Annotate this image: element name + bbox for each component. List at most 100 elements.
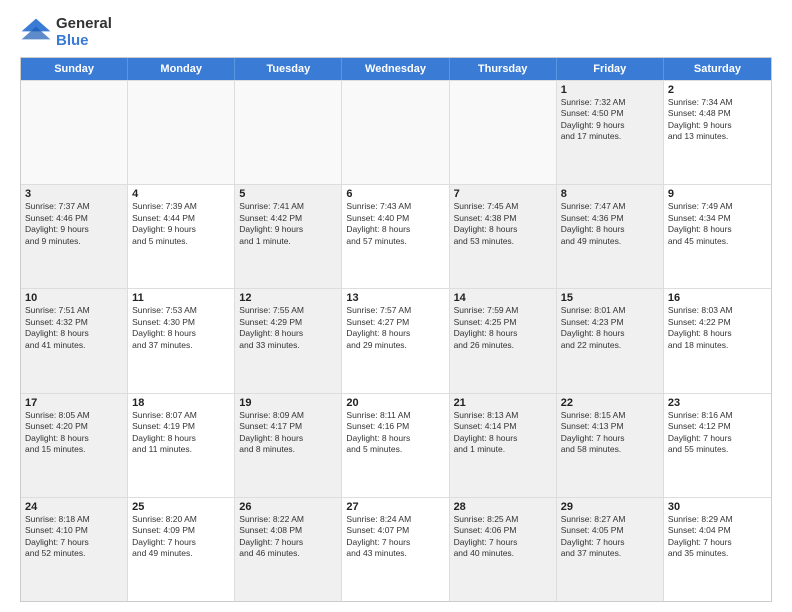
day-number: 24 bbox=[25, 501, 123, 513]
day-number: 4 bbox=[132, 188, 230, 200]
calendar-cell bbox=[342, 81, 449, 184]
calendar-cell: 19Sunrise: 8:09 AM Sunset: 4:17 PM Dayli… bbox=[235, 394, 342, 497]
calendar-cell bbox=[235, 81, 342, 184]
day-number: 22 bbox=[561, 397, 659, 409]
logo-blue: Blue bbox=[56, 33, 112, 50]
calendar-cell bbox=[128, 81, 235, 184]
cell-details: Sunrise: 7:39 AM Sunset: 4:44 PM Dayligh… bbox=[132, 201, 230, 247]
logo-general: General bbox=[56, 16, 112, 33]
header-day-monday: Monday bbox=[128, 58, 235, 80]
cell-details: Sunrise: 7:55 AM Sunset: 4:29 PM Dayligh… bbox=[239, 305, 337, 351]
calendar-cell: 13Sunrise: 7:57 AM Sunset: 4:27 PM Dayli… bbox=[342, 289, 449, 392]
calendar-row-1: 3Sunrise: 7:37 AM Sunset: 4:46 PM Daylig… bbox=[21, 184, 771, 288]
cell-details: Sunrise: 8:16 AM Sunset: 4:12 PM Dayligh… bbox=[668, 410, 767, 456]
day-number: 15 bbox=[561, 292, 659, 304]
cell-details: Sunrise: 8:24 AM Sunset: 4:07 PM Dayligh… bbox=[346, 514, 444, 560]
calendar-cell: 29Sunrise: 8:27 AM Sunset: 4:05 PM Dayli… bbox=[557, 498, 664, 601]
header-day-sunday: Sunday bbox=[21, 58, 128, 80]
cell-details: Sunrise: 7:53 AM Sunset: 4:30 PM Dayligh… bbox=[132, 305, 230, 351]
day-number: 12 bbox=[239, 292, 337, 304]
logo: General Blue bbox=[20, 16, 112, 49]
day-number: 7 bbox=[454, 188, 552, 200]
day-number: 13 bbox=[346, 292, 444, 304]
calendar-cell: 26Sunrise: 8:22 AM Sunset: 4:08 PM Dayli… bbox=[235, 498, 342, 601]
logo-icon bbox=[20, 17, 52, 49]
cell-details: Sunrise: 7:51 AM Sunset: 4:32 PM Dayligh… bbox=[25, 305, 123, 351]
day-number: 16 bbox=[668, 292, 767, 304]
header-day-saturday: Saturday bbox=[664, 58, 771, 80]
cell-details: Sunrise: 8:05 AM Sunset: 4:20 PM Dayligh… bbox=[25, 410, 123, 456]
calendar-cell: 25Sunrise: 8:20 AM Sunset: 4:09 PM Dayli… bbox=[128, 498, 235, 601]
calendar-cell: 11Sunrise: 7:53 AM Sunset: 4:30 PM Dayli… bbox=[128, 289, 235, 392]
day-number: 14 bbox=[454, 292, 552, 304]
cell-details: Sunrise: 8:09 AM Sunset: 4:17 PM Dayligh… bbox=[239, 410, 337, 456]
day-number: 28 bbox=[454, 501, 552, 513]
calendar-cell: 18Sunrise: 8:07 AM Sunset: 4:19 PM Dayli… bbox=[128, 394, 235, 497]
calendar-cell bbox=[21, 81, 128, 184]
cell-details: Sunrise: 7:43 AM Sunset: 4:40 PM Dayligh… bbox=[346, 201, 444, 247]
cell-details: Sunrise: 8:25 AM Sunset: 4:06 PM Dayligh… bbox=[454, 514, 552, 560]
calendar-cell: 1Sunrise: 7:32 AM Sunset: 4:50 PM Daylig… bbox=[557, 81, 664, 184]
cell-details: Sunrise: 8:22 AM Sunset: 4:08 PM Dayligh… bbox=[239, 514, 337, 560]
day-number: 10 bbox=[25, 292, 123, 304]
header-day-thursday: Thursday bbox=[450, 58, 557, 80]
calendar-cell: 6Sunrise: 7:43 AM Sunset: 4:40 PM Daylig… bbox=[342, 185, 449, 288]
cell-details: Sunrise: 7:47 AM Sunset: 4:36 PM Dayligh… bbox=[561, 201, 659, 247]
cell-details: Sunrise: 8:11 AM Sunset: 4:16 PM Dayligh… bbox=[346, 410, 444, 456]
header-day-tuesday: Tuesday bbox=[235, 58, 342, 80]
calendar-cell: 4Sunrise: 7:39 AM Sunset: 4:44 PM Daylig… bbox=[128, 185, 235, 288]
logo-text: General Blue bbox=[56, 16, 112, 49]
calendar-row-2: 10Sunrise: 7:51 AM Sunset: 4:32 PM Dayli… bbox=[21, 288, 771, 392]
cell-details: Sunrise: 7:32 AM Sunset: 4:50 PM Dayligh… bbox=[561, 97, 659, 143]
cell-details: Sunrise: 8:18 AM Sunset: 4:10 PM Dayligh… bbox=[25, 514, 123, 560]
calendar-cell: 16Sunrise: 8:03 AM Sunset: 4:22 PM Dayli… bbox=[664, 289, 771, 392]
day-number: 8 bbox=[561, 188, 659, 200]
day-number: 26 bbox=[239, 501, 337, 513]
calendar-cell: 23Sunrise: 8:16 AM Sunset: 4:12 PM Dayli… bbox=[664, 394, 771, 497]
day-number: 20 bbox=[346, 397, 444, 409]
day-number: 21 bbox=[454, 397, 552, 409]
calendar: SundayMondayTuesdayWednesdayThursdayFrid… bbox=[20, 57, 772, 602]
day-number: 11 bbox=[132, 292, 230, 304]
cell-details: Sunrise: 8:13 AM Sunset: 4:14 PM Dayligh… bbox=[454, 410, 552, 456]
calendar-cell: 27Sunrise: 8:24 AM Sunset: 4:07 PM Dayli… bbox=[342, 498, 449, 601]
calendar-cell: 28Sunrise: 8:25 AM Sunset: 4:06 PM Dayli… bbox=[450, 498, 557, 601]
day-number: 29 bbox=[561, 501, 659, 513]
cell-details: Sunrise: 8:15 AM Sunset: 4:13 PM Dayligh… bbox=[561, 410, 659, 456]
calendar-row-0: 1Sunrise: 7:32 AM Sunset: 4:50 PM Daylig… bbox=[21, 80, 771, 184]
cell-details: Sunrise: 8:07 AM Sunset: 4:19 PM Dayligh… bbox=[132, 410, 230, 456]
cell-details: Sunrise: 7:59 AM Sunset: 4:25 PM Dayligh… bbox=[454, 305, 552, 351]
calendar-cell: 8Sunrise: 7:47 AM Sunset: 4:36 PM Daylig… bbox=[557, 185, 664, 288]
calendar-cell: 30Sunrise: 8:29 AM Sunset: 4:04 PM Dayli… bbox=[664, 498, 771, 601]
day-number: 27 bbox=[346, 501, 444, 513]
cell-details: Sunrise: 7:34 AM Sunset: 4:48 PM Dayligh… bbox=[668, 97, 767, 143]
day-number: 6 bbox=[346, 188, 444, 200]
page-header: General Blue bbox=[20, 16, 772, 49]
day-number: 23 bbox=[668, 397, 767, 409]
calendar-cell: 22Sunrise: 8:15 AM Sunset: 4:13 PM Dayli… bbox=[557, 394, 664, 497]
cell-details: Sunrise: 7:57 AM Sunset: 4:27 PM Dayligh… bbox=[346, 305, 444, 351]
calendar-body: 1Sunrise: 7:32 AM Sunset: 4:50 PM Daylig… bbox=[21, 80, 771, 601]
cell-details: Sunrise: 8:01 AM Sunset: 4:23 PM Dayligh… bbox=[561, 305, 659, 351]
header-day-wednesday: Wednesday bbox=[342, 58, 449, 80]
cell-details: Sunrise: 7:37 AM Sunset: 4:46 PM Dayligh… bbox=[25, 201, 123, 247]
day-number: 18 bbox=[132, 397, 230, 409]
calendar-cell: 3Sunrise: 7:37 AM Sunset: 4:46 PM Daylig… bbox=[21, 185, 128, 288]
calendar-header: SundayMondayTuesdayWednesdayThursdayFrid… bbox=[21, 58, 771, 80]
calendar-cell: 10Sunrise: 7:51 AM Sunset: 4:32 PM Dayli… bbox=[21, 289, 128, 392]
day-number: 25 bbox=[132, 501, 230, 513]
day-number: 1 bbox=[561, 84, 659, 96]
calendar-cell: 2Sunrise: 7:34 AM Sunset: 4:48 PM Daylig… bbox=[664, 81, 771, 184]
calendar-cell: 20Sunrise: 8:11 AM Sunset: 4:16 PM Dayli… bbox=[342, 394, 449, 497]
cell-details: Sunrise: 7:49 AM Sunset: 4:34 PM Dayligh… bbox=[668, 201, 767, 247]
calendar-cell: 12Sunrise: 7:55 AM Sunset: 4:29 PM Dayli… bbox=[235, 289, 342, 392]
calendar-row-3: 17Sunrise: 8:05 AM Sunset: 4:20 PM Dayli… bbox=[21, 393, 771, 497]
header-day-friday: Friday bbox=[557, 58, 664, 80]
cell-details: Sunrise: 8:27 AM Sunset: 4:05 PM Dayligh… bbox=[561, 514, 659, 560]
cell-details: Sunrise: 8:20 AM Sunset: 4:09 PM Dayligh… bbox=[132, 514, 230, 560]
cell-details: Sunrise: 7:45 AM Sunset: 4:38 PM Dayligh… bbox=[454, 201, 552, 247]
calendar-cell: 9Sunrise: 7:49 AM Sunset: 4:34 PM Daylig… bbox=[664, 185, 771, 288]
calendar-row-4: 24Sunrise: 8:18 AM Sunset: 4:10 PM Dayli… bbox=[21, 497, 771, 601]
calendar-cell: 17Sunrise: 8:05 AM Sunset: 4:20 PM Dayli… bbox=[21, 394, 128, 497]
calendar-cell: 24Sunrise: 8:18 AM Sunset: 4:10 PM Dayli… bbox=[21, 498, 128, 601]
